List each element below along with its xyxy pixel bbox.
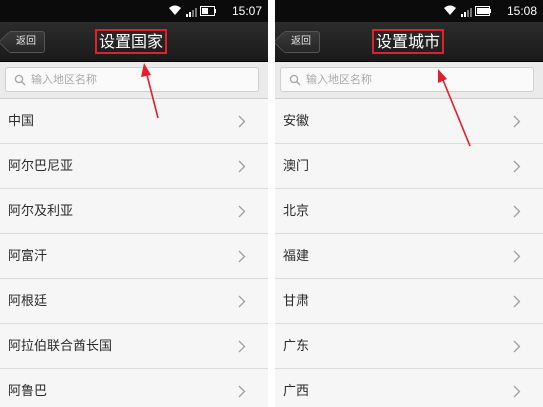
back-button-label: 返回 (16, 36, 36, 47)
wifi-icon (169, 5, 181, 15)
list-item[interactable]: 澳门 (275, 144, 543, 189)
back-button[interactable]: 返回 (8, 31, 45, 53)
list-item-label: 甘肃 (283, 294, 310, 309)
chevron-right-icon (238, 160, 246, 173)
title-bar: 返回 设置城市 (275, 22, 543, 62)
search-icon (14, 74, 26, 86)
list-item[interactable]: 安徽 (275, 99, 543, 144)
list-item[interactable]: 北京 (275, 189, 543, 234)
search-placeholder: 输入地区名称 (31, 73, 97, 86)
status-time: 15:08 (506, 4, 537, 18)
status-time: 15:07 (231, 4, 262, 18)
list-item-label: 阿根廷 (8, 294, 48, 309)
page-title: 设置国家 (95, 29, 167, 54)
list-item[interactable]: 阿尔及利亚 (0, 189, 268, 234)
list-item-label: 北京 (283, 204, 310, 219)
list-item[interactable]: 阿富汗 (0, 234, 268, 279)
back-button[interactable]: 返回 (283, 31, 320, 53)
list-item[interactable]: 甘肃 (275, 279, 543, 324)
chevron-right-icon (238, 295, 246, 308)
list-item-label: 阿尔巴尼亚 (8, 159, 74, 174)
chevron-right-icon (238, 205, 246, 218)
chevron-right-icon (238, 340, 246, 353)
chevron-right-icon (238, 385, 246, 398)
status-bar: 15:08 (275, 0, 543, 22)
search-bar: 输入地区名称 (275, 62, 543, 99)
list-item[interactable]: 福建 (275, 234, 543, 279)
chevron-right-icon (513, 115, 521, 128)
list-item-label: 阿拉伯联合酋长国 (8, 339, 113, 354)
chevron-right-icon (513, 340, 521, 353)
search-bar: 输入地区名称 (0, 62, 268, 99)
list-item-label: 阿鲁巴 (8, 384, 48, 399)
chevron-right-icon (513, 250, 521, 263)
list-item-label: 福建 (283, 249, 310, 264)
list-item[interactable]: 中国 (0, 99, 268, 144)
list-item[interactable]: 阿尔巴尼亚 (0, 144, 268, 189)
list-item[interactable]: 阿鲁巴 (0, 369, 268, 407)
chevron-right-icon (513, 205, 521, 218)
chevron-right-icon (238, 115, 246, 128)
signal-icon (461, 8, 472, 17)
city-list: 安徽 澳门 北京 福建 甘肃 广东 广西 (275, 99, 543, 407)
list-item[interactable]: 阿拉伯联合酋长国 (0, 324, 268, 369)
back-button-label: 返回 (291, 36, 311, 47)
wifi-icon (444, 5, 456, 15)
list-item[interactable]: 广西 (275, 369, 543, 407)
chevron-right-icon (238, 250, 246, 263)
signal-icon (186, 8, 197, 17)
search-input[interactable]: 输入地区名称 (5, 67, 259, 92)
chevron-right-icon (513, 295, 521, 308)
list-item-label: 广西 (283, 384, 310, 399)
list-item-label: 阿尔及利亚 (8, 204, 74, 219)
list-item[interactable]: 广东 (275, 324, 543, 369)
battery-icon (200, 6, 216, 16)
chevron-right-icon (513, 160, 521, 173)
list-item-label: 阿富汗 (8, 249, 48, 264)
page-title: 设置城市 (372, 29, 444, 54)
list-item[interactable]: 阿根廷 (0, 279, 268, 324)
chevron-right-icon (513, 385, 521, 398)
list-item-label: 安徽 (283, 114, 310, 129)
country-settings-screen: 15:07 返回 设置国家 输入地区名称 中国 阿尔巴尼亚 阿尔及利亚 阿富汗 … (0, 0, 268, 407)
title-bar: 返回 设置国家 (0, 22, 268, 62)
country-list: 中国 阿尔巴尼亚 阿尔及利亚 阿富汗 阿根廷 阿拉伯联合酋长国 阿鲁巴 (0, 99, 268, 407)
battery-icon (475, 6, 491, 16)
list-item-label: 澳门 (283, 159, 310, 174)
search-input[interactable]: 输入地区名称 (280, 67, 534, 92)
search-icon (289, 74, 301, 86)
list-item-label: 广东 (283, 339, 310, 354)
city-settings-screen: 15:08 返回 设置城市 输入地区名称 安徽 澳门 北京 福建 甘肃 广东 广… (275, 0, 543, 407)
list-item-label: 中国 (8, 114, 35, 129)
search-placeholder: 输入地区名称 (306, 73, 372, 86)
status-bar: 15:07 (0, 0, 268, 22)
